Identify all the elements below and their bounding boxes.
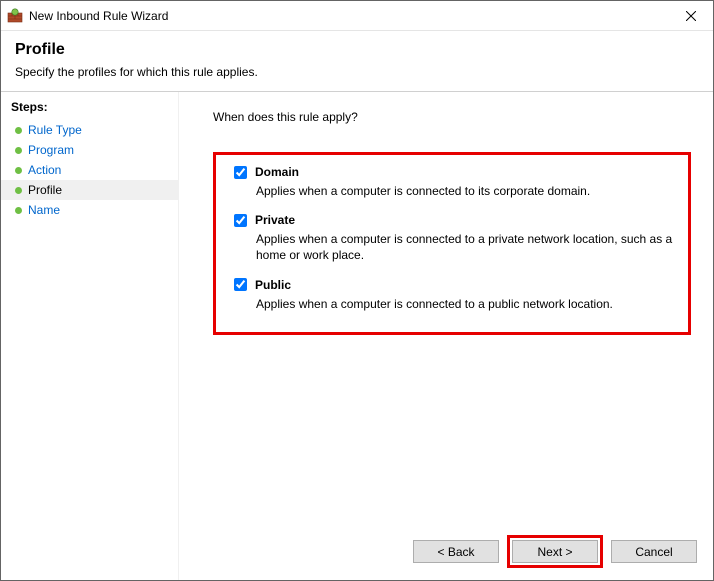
page-title: Profile — [15, 41, 699, 59]
option-private-label: Private — [255, 213, 295, 227]
step-bullet-icon — [15, 127, 22, 134]
checkbox-public[interactable] — [234, 278, 247, 291]
close-button[interactable] — [668, 1, 713, 30]
option-public: Public Applies when a computer is connec… — [234, 278, 674, 312]
window-title: New Inbound Rule Wizard — [29, 9, 668, 23]
step-label: Program — [28, 143, 74, 157]
next-button-highlight: Next > — [507, 535, 603, 568]
option-public-description: Applies when a computer is connected to … — [256, 296, 674, 312]
step-bullet-icon — [15, 187, 22, 194]
step-name[interactable]: Name — [1, 200, 178, 220]
question-text: When does this rule apply? — [213, 110, 691, 124]
option-domain-description: Applies when a computer is connected to … — [256, 183, 674, 199]
next-button[interactable]: Next > — [512, 540, 598, 563]
main-panel: When does this rule apply? Domain Applie… — [179, 92, 713, 580]
option-domain: Domain Applies when a computer is connec… — [234, 165, 674, 199]
checkbox-private[interactable] — [234, 214, 247, 227]
option-public-label: Public — [255, 278, 291, 292]
steps-heading: Steps: — [1, 98, 178, 120]
close-icon — [686, 11, 696, 21]
step-action[interactable]: Action — [1, 160, 178, 180]
page-description: Specify the profiles for which this rule… — [15, 65, 699, 79]
step-profile[interactable]: Profile — [1, 180, 178, 200]
titlebar: New Inbound Rule Wizard — [1, 1, 713, 31]
step-program[interactable]: Program — [1, 140, 178, 160]
option-private: Private Applies when a computer is conne… — [234, 213, 674, 263]
step-bullet-icon — [15, 147, 22, 154]
step-rule-type[interactable]: Rule Type — [1, 120, 178, 140]
wizard-buttons: < Back Next > Cancel — [413, 535, 697, 568]
option-private-row[interactable]: Private — [234, 213, 674, 227]
wizard-body: Steps: Rule Type Program Action Profile … — [1, 91, 713, 580]
step-label: Action — [28, 163, 61, 177]
checkbox-domain[interactable] — [234, 166, 247, 179]
option-domain-row[interactable]: Domain — [234, 165, 674, 179]
step-label: Profile — [28, 183, 62, 197]
wizard-window: New Inbound Rule Wizard Profile Specify … — [0, 0, 714, 581]
step-bullet-icon — [15, 167, 22, 174]
option-public-row[interactable]: Public — [234, 278, 674, 292]
cancel-button[interactable]: Cancel — [611, 540, 697, 563]
step-bullet-icon — [15, 207, 22, 214]
option-domain-label: Domain — [255, 165, 299, 179]
option-private-description: Applies when a computer is connected to … — [256, 231, 674, 263]
step-label: Name — [28, 203, 60, 217]
profiles-highlight: Domain Applies when a computer is connec… — [213, 152, 691, 335]
steps-sidebar: Steps: Rule Type Program Action Profile … — [1, 92, 179, 580]
step-label: Rule Type — [28, 123, 82, 137]
firewall-icon — [7, 8, 23, 24]
back-button[interactable]: < Back — [413, 540, 499, 563]
wizard-header: Profile Specify the profiles for which t… — [1, 31, 713, 91]
